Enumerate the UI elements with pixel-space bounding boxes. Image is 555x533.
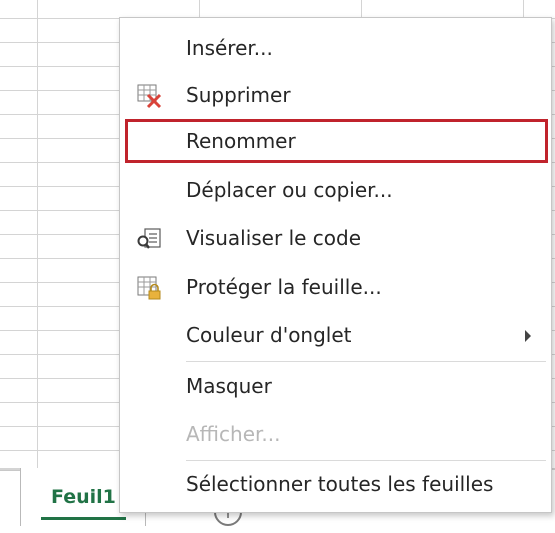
menu-item-label: Renommer (186, 129, 296, 153)
tab-bar-divider (0, 470, 20, 471)
menu-item-rename[interactable]: Renommer (125, 119, 548, 163)
menu-item-label: Insérer... (186, 36, 273, 60)
menu-item-protect-sheet[interactable]: Protéger la feuille... (120, 265, 551, 313)
menu-item-hide[interactable]: Masquer (120, 364, 551, 412)
menu-item-view-code[interactable]: Visualiser le code (120, 216, 551, 264)
active-tab-underline (41, 517, 126, 520)
menu-item-select-all-sheets[interactable]: Sélectionner toutes les feuilles (120, 462, 551, 510)
menu-item-label: Sélectionner toutes les feuilles (186, 472, 494, 496)
menu-separator (186, 361, 546, 362)
menu-item-move-copy[interactable]: Déplacer ou copier... (120, 168, 551, 216)
protect-sheet-icon (137, 276, 161, 300)
menu-item-delete[interactable]: Supprimer (120, 73, 551, 121)
menu-item-label: Visualiser le code (186, 226, 362, 250)
menu-item-label: Afficher... (186, 422, 281, 446)
menu-item-label: Masquer (186, 374, 272, 398)
menu-item-tab-color[interactable]: Couleur d'onglet (120, 313, 551, 361)
menu-separator (186, 460, 546, 461)
menu-item-label: Supprimer (186, 83, 291, 107)
delete-sheet-icon (137, 84, 162, 109)
sheet-context-menu: Insérer... Supprimer Renommer Déplacer o… (119, 17, 552, 513)
menu-item-unhide: Afficher... (120, 412, 551, 460)
sheet-tab-label: Feuil1 (51, 486, 116, 508)
view-code-icon (137, 228, 161, 249)
menu-item-label: Déplacer ou copier... (186, 178, 393, 202)
menu-item-label: Protéger la feuille... (186, 275, 382, 299)
menu-item-insert[interactable]: Insérer... (120, 26, 551, 74)
menu-item-label: Couleur d'onglet (186, 323, 352, 347)
chevron-right-icon (525, 330, 531, 342)
